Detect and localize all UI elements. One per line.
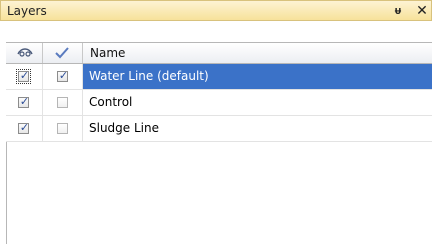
active-checkbox[interactable]	[57, 97, 68, 108]
layer-name: Control	[89, 95, 133, 109]
layer-row[interactable]: Water Line (default)	[6, 64, 432, 90]
layer-row[interactable]: Control	[6, 90, 432, 116]
layer-row[interactable]: Sludge Line	[6, 116, 432, 142]
layers-panel: Layers ᵾ ✕ Name Water Line (default) Co	[0, 0, 432, 244]
visible-checkbox[interactable]	[16, 69, 31, 84]
close-icon[interactable]: ✕	[415, 3, 429, 19]
active-checkbox[interactable]	[57, 69, 69, 83]
checkmark-icon	[55, 47, 69, 59]
visible-checkbox[interactable]	[18, 121, 30, 135]
pin-icon[interactable]: ᵾ	[393, 5, 403, 17]
column-header-name-label: Name	[90, 46, 126, 60]
visible-checkbox[interactable]	[18, 95, 30, 109]
eye-icon	[17, 48, 33, 57]
column-header-active[interactable]	[43, 43, 83, 63]
grid-header: Name	[6, 42, 432, 64]
column-header-visible[interactable]	[6, 43, 43, 63]
panel-title: Layers	[7, 4, 47, 18]
panel-title-bar[interactable]: Layers ᵾ ✕	[0, 0, 432, 21]
column-header-name[interactable]: Name	[83, 43, 432, 63]
active-checkbox[interactable]	[57, 123, 68, 134]
layer-name: Water Line (default)	[89, 69, 209, 83]
layer-name: Sludge Line	[89, 121, 159, 135]
